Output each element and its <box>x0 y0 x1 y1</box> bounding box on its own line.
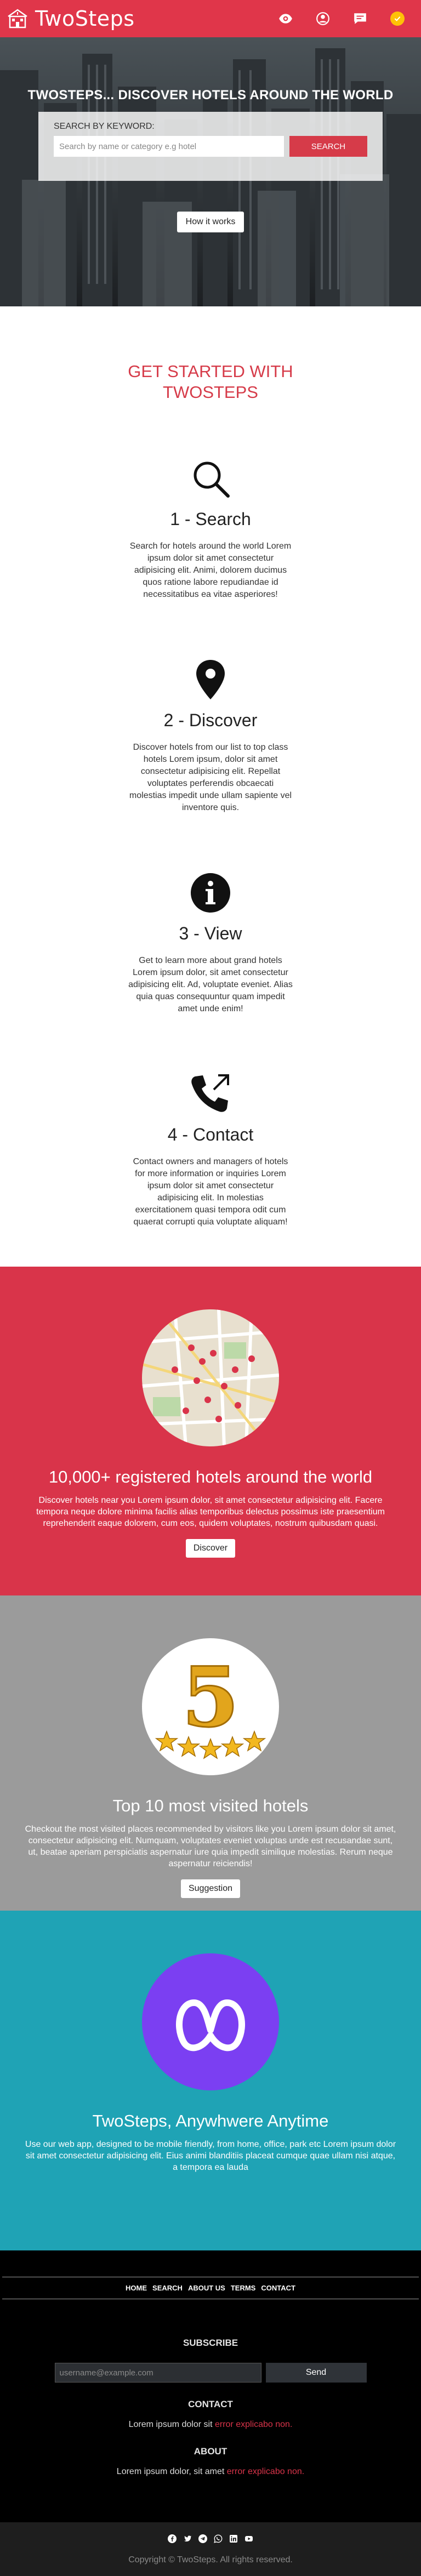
subscribe-email-input[interactable] <box>54 2363 261 2383</box>
facebook-icon[interactable] <box>168 2534 177 2543</box>
about-error-text: error explicabo non. <box>226 2467 305 2476</box>
hero-section: TWOSTEPS... DISCOVER HOTELS AROUND THE W… <box>0 37 421 306</box>
eye-icon[interactable] <box>278 12 293 26</box>
linkedin-icon[interactable] <box>229 2534 238 2543</box>
step-title: 2 - Discover <box>163 710 258 730</box>
search-button[interactable]: SEARCH <box>289 136 367 157</box>
search-icon <box>0 458 421 499</box>
registered-hotels-section: 10,000+ registered hotels around the wor… <box>0 1267 421 1595</box>
map-pin-icon <box>0 659 421 700</box>
search-panel: SEARCH BY KEYWORD: SEARCH <box>38 112 383 181</box>
search-label: SEARCH BY KEYWORD: <box>54 122 155 131</box>
app-logo-image <box>142 1953 279 2090</box>
step-view: 3 - View Get to learn more about grand h… <box>0 872 421 1015</box>
copyright-text: Copyright © TwoSteps. All rights reserve… <box>128 2555 293 2564</box>
step-title: 1 - Search <box>170 509 251 529</box>
search-input[interactable] <box>54 136 284 157</box>
step-text: Search for hotels around the world Lorem… <box>129 542 292 599</box>
badge-check-icon[interactable] <box>390 12 405 26</box>
most-visited-text: Checkout the most visited places recomme… <box>25 1825 396 1868</box>
get-started-title: GET STARTED WITH TWOSTEPS <box>128 362 293 402</box>
most-visited-section: 5 Top 10 most visited hotels Checkout th… <box>0 1595 421 1911</box>
contact-heading: CONTACT <box>188 2399 233 2409</box>
registered-title: 10,000+ registered hotels around the wor… <box>48 1467 373 1486</box>
youtube-icon[interactable] <box>244 2534 253 2543</box>
anytime-title: TwoSteps, Anywhwere Anytime <box>92 2111 329 2130</box>
footer-link-home[interactable]: HOME <box>126 2284 147 2292</box>
suggestion-button[interactable]: Suggestion <box>180 1879 241 1898</box>
step-title: 4 - Contact <box>167 1125 254 1144</box>
hotel-map-image <box>142 1309 279 1446</box>
step-contact: 4 - Contact Contact owners and managers … <box>0 1073 421 1228</box>
footer-link-terms[interactable]: TERMS <box>231 2284 256 2292</box>
badge-number: 5 <box>182 1649 239 1746</box>
chat-icon[interactable] <box>353 12 367 26</box>
step-title: 3 - View <box>179 924 242 943</box>
five-stars-badge-image: 5 <box>142 1638 279 1775</box>
footer-nav: HOME SEARCH ABOUT US TERMS CONTACT <box>0 2277 421 2299</box>
discover-button[interactable]: Discover <box>185 1539 236 1558</box>
most-visited-title: Top 10 most visited hotels <box>112 1796 309 1815</box>
about-heading: ABOUT <box>194 2446 227 2457</box>
social-links <box>0 2534 421 2543</box>
how-it-works-button[interactable]: How it works <box>177 212 244 232</box>
brand[interactable]: TwoSteps <box>7 7 135 31</box>
subscribe-heading: SUBSCRIBE <box>183 2338 238 2348</box>
contact-error-text: error explicabo non. <box>214 2420 293 2429</box>
hotel-logo-icon <box>7 8 29 30</box>
phone-outgoing-icon <box>0 1073 421 1115</box>
about-text: Lorem ipsum dolor, sit amet error explic… <box>116 2467 305 2476</box>
nav-icons <box>278 12 414 26</box>
send-button[interactable]: Send <box>265 2363 367 2383</box>
brand-name: TwoSteps <box>35 7 135 31</box>
footer-bottom: Copyright © TwoSteps. All rights reserve… <box>0 2522 421 2576</box>
step-search: 1 - Search Search for hotels around the … <box>0 458 421 601</box>
footer-link-search[interactable]: SEARCH <box>152 2284 183 2292</box>
step-text: Get to learn more about grand hotels Lor… <box>128 956 293 1013</box>
anytime-text: Use our web app, designed to be mobile f… <box>25 2140 396 2172</box>
twitter-icon[interactable] <box>183 2534 192 2543</box>
step-text: Discover hotels from our list to top cla… <box>129 743 292 812</box>
anytime-section: TwoSteps, Anywhwere Anytime Use our web … <box>0 1911 421 2250</box>
hero-title: TWOSTEPS... DISCOVER HOTELS AROUND THE W… <box>27 88 394 102</box>
info-icon <box>0 872 421 914</box>
user-icon[interactable] <box>316 12 330 26</box>
footer-link-contact[interactable]: CONTACT <box>261 2284 295 2292</box>
step-discover: 2 - Discover Discover hotels from our li… <box>0 659 421 814</box>
top-navbar: TwoSteps <box>0 0 421 37</box>
site-footer: HOME SEARCH ABOUT US TERMS CONTACT SUBSC… <box>0 2250 421 2522</box>
whatsapp-icon[interactable] <box>214 2534 223 2543</box>
step-text: Contact owners and managers of hotels fo… <box>133 1157 288 1227</box>
registered-text: Discover hotels near you Lorem ipsum dol… <box>36 1496 385 1528</box>
contact-text: Lorem ipsum dolor sit error explicabo no… <box>128 2420 293 2429</box>
get-started-section: GET STARTED WITH TWOSTEPS 1 - Search Sea… <box>0 306 421 1267</box>
telegram-icon[interactable] <box>198 2534 207 2543</box>
footer-link-about[interactable]: ABOUT US <box>188 2284 225 2292</box>
